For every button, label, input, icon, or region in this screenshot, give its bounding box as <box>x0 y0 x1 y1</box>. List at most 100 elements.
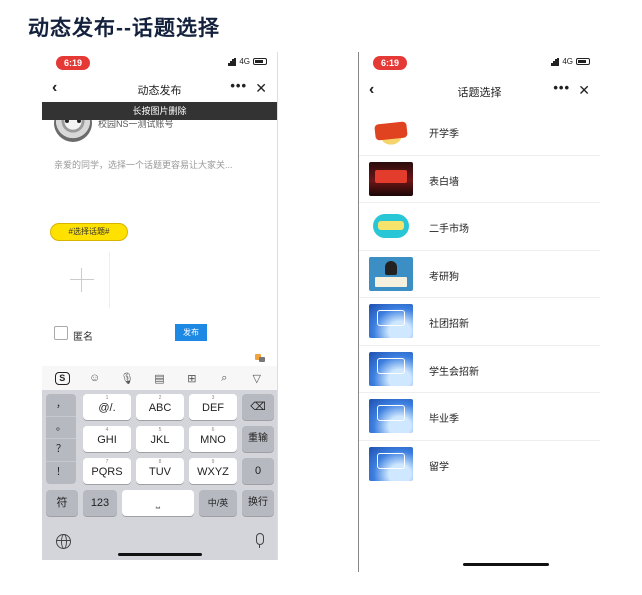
topic-label: 学生会招新 <box>429 366 479 378</box>
topic-thumbnail <box>369 209 413 243</box>
home-indicator <box>118 553 202 556</box>
topic-label: 开学季 <box>429 129 459 140</box>
key-8[interactable]: 8 TUV <box>136 458 184 484</box>
topic-thumbnail <box>369 161 413 196</box>
topic-label: 二手市场 <box>429 224 469 235</box>
toast-message: 长按图片删除 <box>42 102 277 120</box>
sogou-logo-icon[interactable]: S <box>53 371 71 385</box>
key-7[interactable]: 7 PQRS <box>83 458 131 484</box>
anonymous-label: 匿名 <box>73 332 93 343</box>
key-5[interactable]: 5 JKL <box>136 426 184 452</box>
network-type: 4G <box>239 57 250 66</box>
topic-row[interactable]: 毕业季 <box>359 393 600 441</box>
more-icon[interactable]: ••• <box>230 78 247 93</box>
page-title: 动态发布--话题选择 <box>28 17 220 40</box>
topic-row[interactable]: 开学季 <box>359 108 600 156</box>
key-hint: 7 <box>105 459 109 465</box>
anonymous-checkbox[interactable] <box>54 326 68 340</box>
topic-label: 毕业季 <box>429 414 459 425</box>
plus-icon <box>70 279 94 280</box>
select-topic-button[interactable]: #选择话题# <box>50 223 128 241</box>
floating-keyboard-icon[interactable] <box>255 354 265 362</box>
reenter-key[interactable]: 重输 <box>242 426 274 452</box>
publish-button[interactable]: 发布 <box>175 324 207 341</box>
topic-thumbnail <box>369 351 413 386</box>
publish-screen: 6:19 4G ‹ 动态发布 ••• ✕ 长按图片删除 校园NS一测试账号 亲爱… <box>42 52 278 560</box>
topic-thumbnail <box>369 114 413 148</box>
plus-icon-vertical <box>81 268 82 292</box>
search-icon[interactable]: ⌕ <box>215 372 233 385</box>
numbers-key[interactable]: 123 <box>83 490 117 516</box>
keyboard-toolbar: S ☺ 🎙 ▤ ⊞ ⌕ ▽ <box>42 366 277 390</box>
topic-row[interactable]: 学生会招新 <box>359 346 600 393</box>
topic-row[interactable]: 表白墙 <box>359 156 600 203</box>
nav-bar: ‹ 动态发布 ••• ✕ <box>42 78 277 100</box>
network-type: 4G <box>562 57 573 66</box>
collapse-keyboard-icon[interactable]: ▽ <box>248 372 266 385</box>
key-0[interactable]: 0 <box>242 458 274 484</box>
keyboard: ， 。 ？ ！ 1 @/. 2 ABC 3 DEF ⌫ 4 GHI 5 JKL <box>42 390 277 560</box>
battery-icon <box>576 58 590 65</box>
emoji-icon[interactable]: ☺ <box>86 372 104 384</box>
key-hint: 6 <box>211 427 215 433</box>
topic-label: 考研狗 <box>429 271 459 283</box>
backspace-key[interactable]: ⌫ <box>242 394 274 420</box>
symbol-key[interactable]: ， <box>46 394 76 417</box>
topic-label: 留学 <box>429 461 449 473</box>
symbol-key[interactable]: ！ <box>46 462 76 485</box>
signal-icon <box>228 57 236 66</box>
enter-key[interactable]: 换行 <box>242 490 274 516</box>
key-hint: 9 <box>211 459 215 465</box>
topic-screen: 6:19 4G ‹ 话题选择 ••• ✕ 开学季 表白墙 二手市场 考研狗 社团… <box>358 52 600 572</box>
key-hint: 1 <box>105 395 109 401</box>
key-6[interactable]: 6 MNO <box>189 426 237 452</box>
symbol-column[interactable]: ， 。 ？ ！ <box>46 394 76 484</box>
status-indicators: 4G <box>551 57 590 66</box>
close-icon[interactable]: ✕ <box>578 82 590 99</box>
status-bar: 6:19 4G <box>42 52 277 74</box>
lang-switch-key[interactable]: 中/英 <box>199 490 237 516</box>
key-1[interactable]: 1 @/. <box>83 394 131 420</box>
topic-label: 社团招新 <box>429 319 469 330</box>
keyboard-bottom-bar <box>42 528 277 560</box>
key-hint: 3 <box>211 395 215 401</box>
space-key[interactable]: ⎵ <box>122 490 194 516</box>
add-photo-button[interactable] <box>54 252 110 308</box>
topic-row[interactable]: 二手市场 <box>359 203 600 251</box>
topic-thumbnail <box>369 304 413 338</box>
voice-icon[interactable]: 🎙 <box>118 372 136 385</box>
key-hint: 5 <box>158 427 162 433</box>
symbol-key[interactable]: 。 <box>46 417 76 439</box>
status-bar: 6:19 4G <box>359 52 600 74</box>
home-indicator <box>463 563 549 566</box>
topic-label: 表白墙 <box>429 176 459 188</box>
topic-list: 开学季 表白墙 二手市场 考研狗 社团招新 学生会招新 毕业季 留学 <box>359 108 600 488</box>
topic-thumbnail <box>369 446 413 481</box>
status-indicators: 4G <box>228 57 267 66</box>
signal-icon <box>551 57 559 66</box>
more-icon[interactable]: ••• <box>553 80 570 95</box>
symbol-key[interactable]: ？ <box>46 439 76 462</box>
topic-row[interactable]: 社团招新 <box>359 298 600 346</box>
topic-row[interactable]: 留学 <box>359 441 600 489</box>
mic-icon[interactable] <box>255 533 264 549</box>
nav-bar: ‹ 话题选择 ••• ✕ <box>359 80 600 102</box>
globe-icon[interactable] <box>56 534 71 549</box>
topic-thumbnail <box>369 399 413 433</box>
key-hint: 2 <box>158 395 162 401</box>
clipboard-icon[interactable]: ▤ <box>150 372 168 385</box>
topic-row[interactable]: 考研狗 <box>359 251 600 298</box>
key-9[interactable]: 9 WXYZ <box>189 458 237 484</box>
key-hint: 8 <box>158 459 162 465</box>
status-time: 6:19 <box>56 56 90 70</box>
key-4[interactable]: 4 GHI <box>83 426 131 452</box>
key-3[interactable]: 3 DEF <box>189 394 237 420</box>
key-hint: 4 <box>105 427 109 433</box>
post-text-input[interactable]: 亲爱的同学，选择一个话题更容易让大家关... <box>54 158 233 171</box>
symbol-key-button[interactable]: 符 <box>46 490 78 516</box>
apps-icon[interactable]: ⊞ <box>183 372 201 385</box>
key-2[interactable]: 2 ABC <box>136 394 184 420</box>
battery-icon <box>253 58 267 65</box>
topic-thumbnail <box>369 256 413 291</box>
close-icon[interactable]: ✕ <box>255 80 267 97</box>
